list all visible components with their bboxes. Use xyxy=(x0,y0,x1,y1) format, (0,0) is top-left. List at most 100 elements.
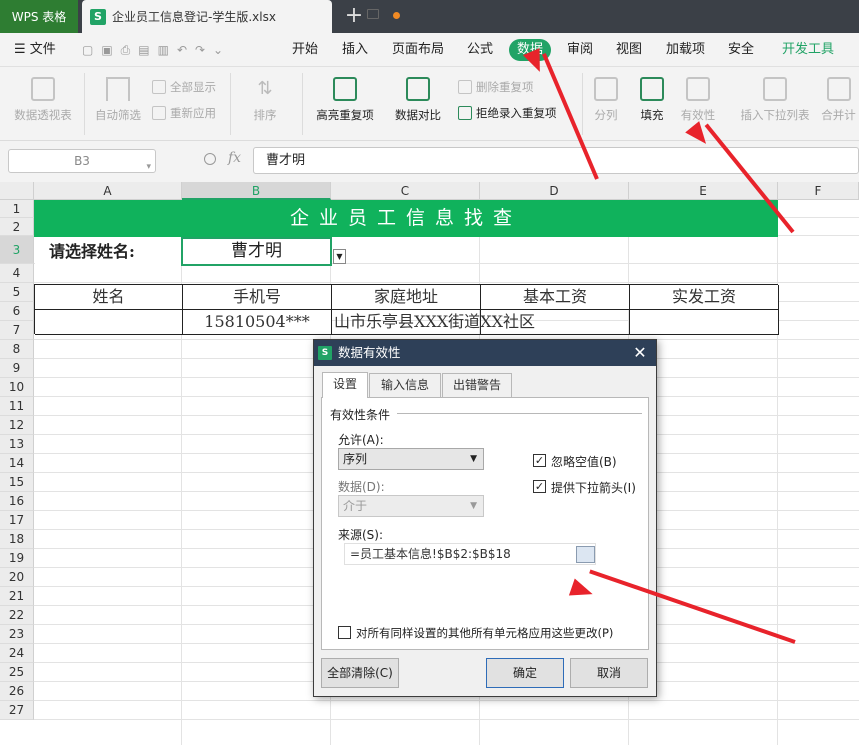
range-picker-icon[interactable] xyxy=(576,546,595,563)
highlight-duplicates-label: 高亮重复项 xyxy=(316,108,374,122)
row-header-26[interactable]: 26 xyxy=(0,682,34,701)
row-header-2[interactable]: 2 xyxy=(0,218,34,236)
data-compare-button[interactable]: 数据对比 xyxy=(386,77,450,123)
allow-select[interactable]: 序列 ▼ xyxy=(338,448,484,470)
delete-duplicates-label: 删除重复项 xyxy=(476,80,534,94)
row-header-8[interactable]: 8 xyxy=(0,340,34,359)
menu-tab-view[interactable]: 视图 xyxy=(616,33,642,67)
data-select[interactable]: 介于 ▼ xyxy=(338,495,484,517)
fx-icon[interactable]: fx xyxy=(228,150,241,166)
menu-tab-review[interactable]: 审阅 xyxy=(567,33,593,67)
tab-settings[interactable]: 设置 xyxy=(322,372,368,398)
select-all-corner[interactable] xyxy=(0,182,34,200)
data-compare-icon xyxy=(406,77,430,101)
row-header-11[interactable]: 11 xyxy=(0,397,34,416)
formula-input[interactable]: 曹才明 xyxy=(253,147,859,174)
monitor-icon[interactable] xyxy=(367,9,379,19)
row-header-22[interactable]: 22 xyxy=(0,606,34,625)
table-cell-name[interactable] xyxy=(35,310,183,335)
close-icon[interactable]: ✕ xyxy=(632,340,648,366)
menu-tab-developer[interactable]: 开发工具 xyxy=(782,33,834,67)
row-header-9[interactable]: 9 xyxy=(0,359,34,378)
row-header-12[interactable]: 12 xyxy=(0,416,34,435)
row-header-17[interactable]: 17 xyxy=(0,511,34,530)
row-header-27[interactable]: 27 xyxy=(0,701,34,720)
merge-calc-button[interactable]: 合并计 xyxy=(818,77,859,123)
name-box[interactable]: B3 ▾ xyxy=(8,149,156,173)
column-header-a[interactable]: A xyxy=(34,182,182,200)
pivot-table-button[interactable]: 数据透视表 xyxy=(8,77,78,123)
menu-tab-security[interactable]: 安全 xyxy=(728,33,754,67)
row-header-24[interactable]: 24 xyxy=(0,644,34,663)
row-header-18[interactable]: 18 xyxy=(0,530,34,549)
column-header-d[interactable]: D xyxy=(480,182,629,200)
name-selector-cell[interactable]: 曹才明 xyxy=(181,237,332,266)
autofilter-button[interactable]: 自动筛选 xyxy=(90,77,146,123)
row-header-23[interactable]: 23 xyxy=(0,625,34,644)
ok-button[interactable]: 确定 xyxy=(486,658,564,688)
ignore-blank-checkbox[interactable]: ✓ xyxy=(533,454,546,467)
delete-duplicates-button[interactable]: 删除重复项 xyxy=(458,79,534,95)
row-header-19[interactable]: 19 xyxy=(0,549,34,568)
row-header-13[interactable]: 13 xyxy=(0,435,34,454)
row-header-7[interactable]: 7 xyxy=(0,321,34,340)
new-tab-button[interactable]: + xyxy=(344,2,364,30)
hamburger-icon: ☰ xyxy=(14,42,30,57)
row-header-5[interactable]: 5 xyxy=(0,283,34,302)
row-header-6[interactable]: 6 xyxy=(0,302,34,321)
apply-all-checkbox[interactable] xyxy=(338,626,351,639)
menu-tab-addins[interactable]: 加载项 xyxy=(666,33,705,67)
column-gridline xyxy=(777,200,778,745)
split-column-label: 分列 xyxy=(594,108,618,122)
formula-bar: B3 ▾ fx 曹才明 xyxy=(0,141,859,182)
row-header-1[interactable]: 1 xyxy=(0,200,34,218)
quick-access-toolbar[interactable]: ▢▣⎙▤▥↶↷⌄ xyxy=(82,33,231,67)
show-all-button[interactable]: 全部显示 xyxy=(152,79,216,95)
cancel-button[interactable]: 取消 xyxy=(570,658,648,688)
row-header-25[interactable]: 25 xyxy=(0,663,34,682)
menu-tab-home[interactable]: 开始 xyxy=(292,33,318,67)
menu-tab-insert[interactable]: 插入 xyxy=(342,33,368,67)
table-cell-phone[interactable]: 15810504*** xyxy=(183,310,332,335)
reject-duplicates-icon xyxy=(458,106,472,120)
tab-error-alert[interactable]: 出错警告 xyxy=(442,373,512,397)
spreadsheet-file-icon: S xyxy=(90,8,106,25)
split-column-button[interactable]: 分列 xyxy=(586,77,626,123)
row-header-10[interactable]: 10 xyxy=(0,378,34,397)
reapply-button[interactable]: 重新应用 xyxy=(152,105,216,121)
row-header-3[interactable]: 3 xyxy=(0,236,34,264)
select-name-label: 请选择姓名: xyxy=(35,238,182,266)
file-tab[interactable]: S 企业员工信息登记-学生版.xlsx xyxy=(82,0,400,33)
highlight-duplicates-button[interactable]: 高亮重复项 xyxy=(306,77,384,123)
row-header-21[interactable]: 21 xyxy=(0,587,34,606)
row-header-14[interactable]: 14 xyxy=(0,454,34,473)
file-menu[interactable]: ☰ 文件 xyxy=(14,33,56,67)
column-header-f[interactable]: F xyxy=(778,182,859,200)
row-header-16[interactable]: 16 xyxy=(0,492,34,511)
dialog-title-bar[interactable]: S 数据有效性 ✕ xyxy=(314,340,656,366)
table-cell-address[interactable]: 山市乐亭县XXX街道XX社区 xyxy=(332,310,535,335)
reject-duplicates-button[interactable]: 拒绝录入重复项 xyxy=(458,105,557,121)
row-header-15[interactable]: 15 xyxy=(0,473,34,492)
insert-dropdown-list-button[interactable]: 插入下拉列表 xyxy=(736,77,814,123)
clear-all-button[interactable]: 全部清除(C) xyxy=(321,658,399,688)
source-input[interactable]: =员工基本信息!$B$2:$B$18 xyxy=(344,543,596,565)
menu-tab-page-layout[interactable]: 页面布局 xyxy=(392,33,444,67)
row-header-4[interactable]: 4 xyxy=(0,264,34,283)
wps-app-tab[interactable]: WPS 表格 xyxy=(0,0,78,33)
zoom-icon[interactable] xyxy=(204,153,216,165)
show-dropdown-checkbox[interactable]: ✓ xyxy=(533,480,546,493)
tab-input-message[interactable]: 输入信息 xyxy=(369,373,441,397)
data-validity-button[interactable]: 有效性 xyxy=(678,77,718,123)
sort-button[interactable]: ⇅ 排序 xyxy=(236,77,294,123)
sheet-banner-title: 企业员工信息找查 xyxy=(34,200,778,237)
menu-tab-formulas[interactable]: 公式 xyxy=(467,33,493,67)
row-header-20[interactable]: 20 xyxy=(0,568,34,587)
table-cell-net-salary[interactable] xyxy=(630,310,779,335)
chevron-down-icon[interactable]: ▾ xyxy=(146,156,151,178)
column-header-b[interactable]: B xyxy=(182,182,331,200)
fill-button[interactable]: 填充 xyxy=(632,77,672,123)
name-box-value: B3 xyxy=(74,154,90,168)
dropdown-arrow-icon[interactable]: ▼ xyxy=(333,249,346,264)
column-header-c[interactable]: C xyxy=(331,182,480,200)
